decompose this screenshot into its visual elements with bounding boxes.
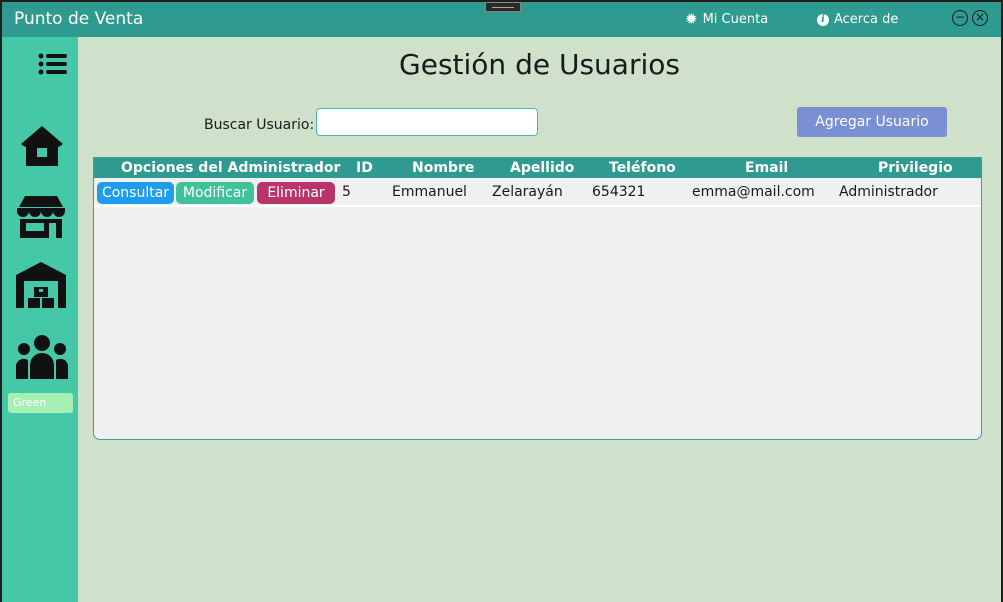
about-link[interactable]: i Acerca de (817, 12, 898, 27)
store-icon[interactable] (15, 195, 67, 243)
app-window: Punto de Venta ✹ Mi Cuenta i Acerca de −… (2, 2, 1001, 602)
close-icon: × (974, 10, 986, 24)
consult-button[interactable]: Consultar (97, 182, 174, 204)
modify-button[interactable]: Modificar (176, 182, 254, 204)
header-phone: Teléfono (609, 160, 676, 176)
minimize-icon: − (954, 10, 966, 24)
cell-name: Emmanuel (392, 184, 467, 200)
cell-surname: Zelarayán (492, 184, 563, 200)
header-privilege: Privilegio (878, 160, 953, 176)
cell-phone: 654321 (592, 184, 646, 200)
close-button[interactable]: × (972, 10, 988, 26)
search-label: Buscar Usuario: (204, 117, 315, 133)
info-icon: i (817, 13, 829, 26)
sidebar: Green (2, 37, 78, 602)
about-label: Acerca de (834, 12, 899, 27)
theme-selector[interactable]: Green (8, 393, 73, 413)
my-account-link[interactable]: ✹ Mi Cuenta (685, 10, 769, 28)
gear-icon: ✹ (685, 10, 698, 28)
warehouse-icon[interactable] (15, 261, 67, 313)
header-surname: Apellido (510, 160, 575, 176)
add-user-button[interactable]: Agregar Usuario (797, 107, 947, 137)
drag-handle[interactable] (485, 2, 521, 12)
delete-button[interactable]: Eliminar (257, 182, 335, 204)
header-name: Nombre (412, 160, 475, 176)
users-table: Opciones del Administrador ID Nombre Ape… (93, 157, 982, 440)
table-header: Opciones del Administrador ID Nombre Ape… (94, 158, 981, 178)
title-bar: Punto de Venta ✹ Mi Cuenta i Acerca de −… (2, 2, 1001, 37)
users-icon[interactable] (15, 333, 69, 385)
header-id: ID (356, 160, 373, 176)
my-account-label: Mi Cuenta (702, 12, 769, 27)
search-input[interactable] (316, 108, 538, 136)
app-title: Punto de Venta (14, 9, 144, 29)
page-title: Gestión de Usuarios (399, 48, 680, 81)
cell-email: emma@mail.com (692, 184, 815, 200)
menu-icon[interactable] (38, 53, 68, 79)
minimize-button[interactable]: − (952, 10, 968, 26)
header-options: Opciones del Administrador (121, 160, 341, 176)
cell-privilege: Administrador (839, 184, 938, 200)
header-email: Email (745, 160, 789, 176)
table-row[interactable]: Consultar Modificar Eliminar 5 Emmanuel … (94, 178, 981, 207)
home-icon[interactable] (20, 125, 64, 171)
cell-id: 5 (342, 184, 351, 200)
